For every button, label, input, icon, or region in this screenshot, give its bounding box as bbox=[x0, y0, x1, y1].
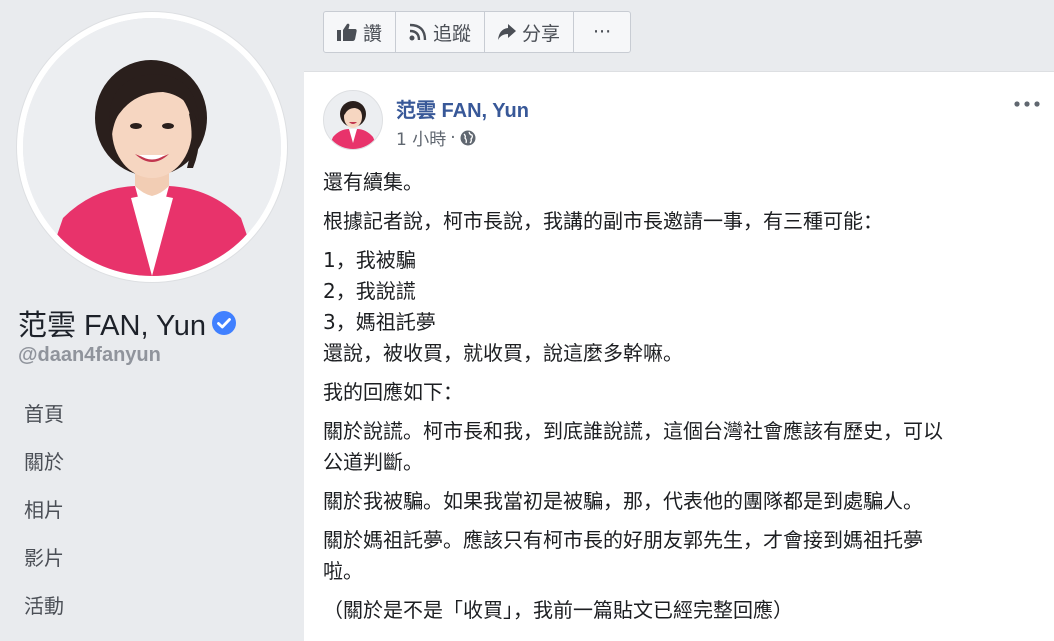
page-name[interactable]: 范雲 FAN, Yun bbox=[18, 302, 237, 344]
post-text-line: 關於說謊。柯市長和我，到底誰說謊，這個台灣社會應該有歷史，可以 bbox=[323, 419, 943, 443]
post-text-line: 我的回應如下： bbox=[323, 380, 463, 404]
post-author-name[interactable]: 范雲 FAN, Yun bbox=[396, 94, 529, 123]
page-name-text[interactable]: 范雲 FAN, Yun bbox=[18, 302, 206, 344]
post-text-line: 1，我被騙 bbox=[323, 248, 416, 272]
verified-check-icon bbox=[212, 311, 237, 335]
post-text-line: 還有續集。 bbox=[323, 170, 423, 194]
post-paragraph: 關於說謊。柯市長和我，到底誰說謊，這個台灣社會應該有歷史，可以 公道判斷。 bbox=[323, 416, 1043, 478]
profile-picture-frame[interactable] bbox=[17, 12, 287, 282]
more-options-label: ··· bbox=[592, 21, 612, 43]
post-text-line: （關於是不是「收買」，我前一篇貼文已經完整回應） bbox=[323, 598, 793, 622]
thumbs-up-icon bbox=[337, 23, 357, 41]
follow-button[interactable]: 追蹤 bbox=[396, 12, 486, 52]
post-text-line: 關於媽祖託夢。應該只有柯市長的好朋友郭先生，才會接到媽祖托夢 bbox=[323, 528, 923, 552]
page-handle[interactable]: @daan4fanyun bbox=[18, 344, 161, 367]
globe-icon[interactable] bbox=[460, 130, 476, 146]
post-paragraph: 還有續集。 bbox=[323, 167, 1043, 198]
post-paragraph: 關於媽祖託夢。應該只有柯市長的好朋友郭先生，才會接到媽祖托夢 啦。 bbox=[323, 525, 1043, 587]
share-arrow-icon bbox=[498, 24, 517, 40]
post-author-avatar[interactable] bbox=[323, 90, 383, 150]
nav-item-photos[interactable]: 相片 bbox=[0, 486, 304, 534]
post-paragraph: 1，我被騙 2，我說謊 3，媽祖託夢 還說，被收買，就收買，說這麼多幹嘛。 bbox=[323, 245, 1043, 369]
more-dots-icon[interactable] bbox=[1012, 94, 1042, 114]
post-paragraph: 關於我被騙。如果我當初是被騙，那，代表他的團隊都是到處騙人。 bbox=[323, 486, 1043, 517]
nav-item-videos[interactable]: 影片 bbox=[0, 534, 304, 582]
post-body: 還有續集。 根據記者說，柯市長說，我講的副市長邀請一事，有三種可能： 1，我被騙… bbox=[323, 167, 1043, 634]
post-meta: 1 小時 · bbox=[396, 125, 476, 150]
follow-button-label: 追蹤 bbox=[433, 22, 472, 45]
share-button[interactable]: 分享 bbox=[485, 12, 575, 52]
post-text-line: 根據記者說，柯市長說，我講的副市長邀請一事，有三種可能： bbox=[323, 209, 883, 233]
more-options-button[interactable]: ··· bbox=[574, 12, 630, 52]
share-button-label: 分享 bbox=[522, 22, 561, 45]
profile-photo-illustration bbox=[23, 18, 281, 276]
like-button[interactable]: 讚 bbox=[324, 12, 397, 52]
post-paragraph: 我的回應如下： bbox=[323, 377, 1043, 408]
post-text-line: 公道判斷。 bbox=[323, 450, 423, 474]
nav-item-about[interactable]: 關於 bbox=[0, 438, 304, 486]
rss-icon bbox=[409, 23, 427, 41]
page-nav: 首頁 關於 相片 影片 活動 bbox=[0, 390, 304, 630]
post-text-line: 3，媽祖託夢 bbox=[323, 310, 436, 334]
author-avatar-illustration bbox=[324, 91, 382, 149]
page-action-bar: 讚 追蹤 分享 ··· bbox=[323, 11, 632, 53]
nav-item-events[interactable]: 活動 bbox=[0, 582, 304, 630]
post-text-line: 關於我被騙。如果我當初是被騙，那，代表他的團隊都是到處騙人。 bbox=[323, 489, 923, 513]
facebook-page: 范雲 FAN, Yun @daan4fanyun 首頁 關於 相片 影片 活動 … bbox=[0, 0, 1054, 641]
post-text-line: 2，我說謊 bbox=[323, 279, 416, 303]
post-text-line: 啦。 bbox=[323, 559, 363, 583]
meta-separator: · bbox=[450, 127, 456, 148]
nav-item-home[interactable]: 首頁 bbox=[0, 390, 304, 438]
like-button-label: 讚 bbox=[363, 22, 383, 45]
post-text-line: 還說，被收買，就收買，說這麼多幹嘛。 bbox=[323, 341, 683, 365]
page-sidebar: 范雲 FAN, Yun @daan4fanyun 首頁 關於 相片 影片 活動 bbox=[0, 0, 304, 641]
profile-picture[interactable] bbox=[23, 18, 281, 276]
post-paragraph: （關於是不是「收買」，我前一篇貼文已經完整回應） bbox=[323, 595, 1043, 626]
post-paragraph: 根據記者說，柯市長說，我講的副市長邀請一事，有三種可能： bbox=[323, 206, 1043, 237]
post-card: 范雲 FAN, Yun 1 小時 · 還有續集。 根據記者說，柯市長說，我講的副… bbox=[304, 71, 1054, 641]
post-timestamp[interactable]: 1 小時 bbox=[396, 125, 446, 150]
